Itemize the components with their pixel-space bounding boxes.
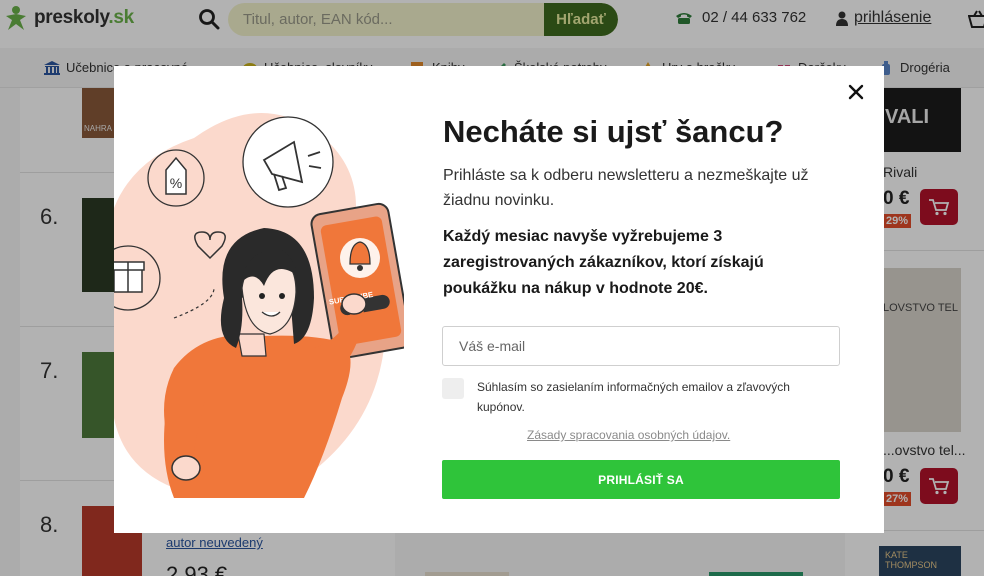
email-field[interactable]	[442, 326, 840, 366]
newsletter-illustration: % SUBSCRIBE	[114, 113, 404, 498]
modal-title: Necháte si ujsť šancu?	[443, 114, 784, 149]
privacy-policy-link[interactable]: Zásady spracovania osobných údajov.	[527, 428, 730, 442]
svg-text:%: %	[170, 175, 182, 191]
prize-text: Každý mesiac navyše vyžrebujeme 3 zaregi…	[443, 228, 764, 297]
subscribe-button[interactable]: PRIHLÁSIŤ SA	[442, 460, 840, 499]
megaphone-icon	[242, 116, 334, 208]
consent-checkbox[interactable]	[442, 378, 464, 399]
modal-subtitle: Prihláste sa k odberu newsletteru a nezm…	[443, 167, 809, 209]
consent-label[interactable]: Súhlasím so zasielaním informačných emai…	[477, 377, 837, 417]
newsletter-modal: % SUBSCRIBE	[114, 66, 884, 533]
close-icon[interactable]	[848, 84, 864, 100]
